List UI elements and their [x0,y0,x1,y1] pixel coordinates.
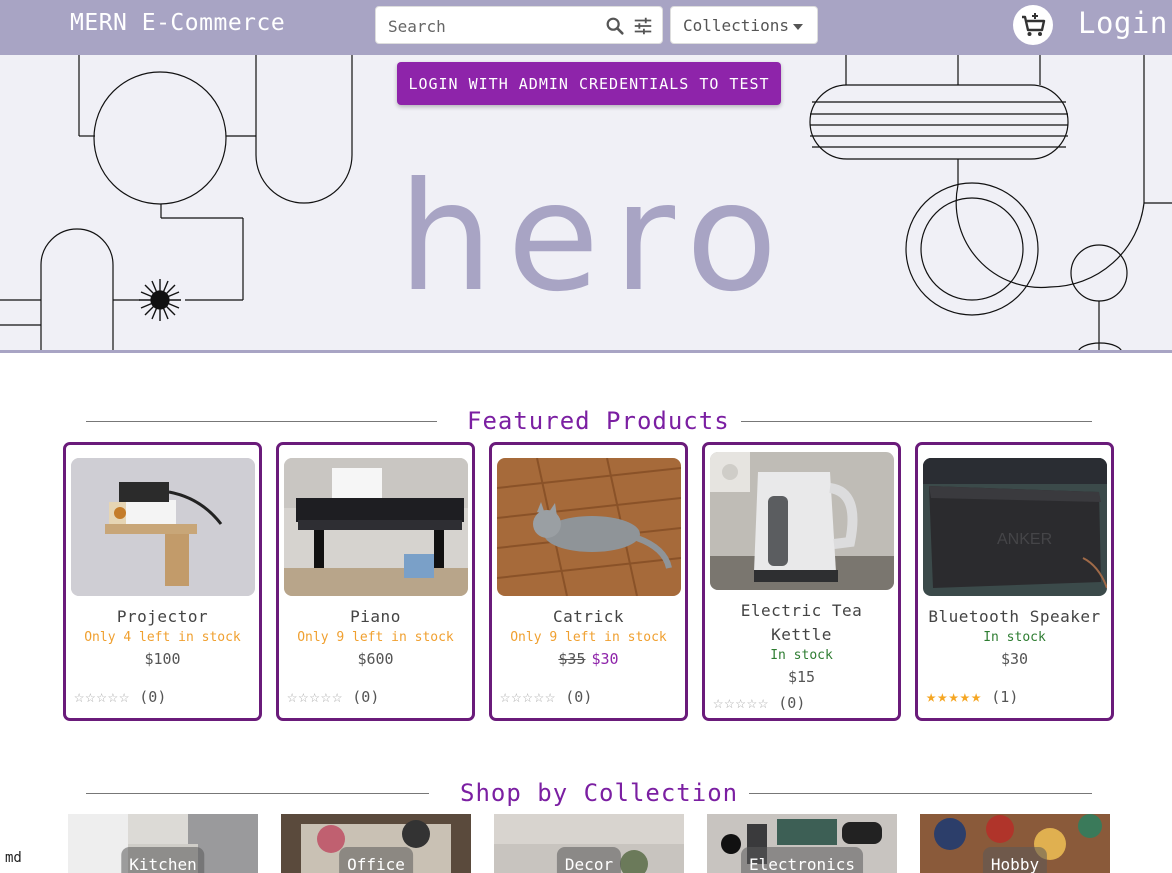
review-count: (0) [139,688,167,706]
cart-icon [1022,13,1046,36]
product-rating: ☆☆☆☆☆ (0) [713,693,805,713]
product-name[interactable]: Piano [279,605,472,629]
product-name[interactable]: Catrick [492,605,685,629]
login-link[interactable]: Login [1078,6,1168,40]
star-icon: ☆ [522,687,533,707]
collection-label: Kitchen [121,847,205,873]
product-image[interactable]: ANKER [923,458,1107,596]
star-icon: ★ [959,687,970,707]
product-card[interactable]: Piano Only 9 left in stock $600 ☆☆☆☆☆ (0… [276,442,475,721]
product-image[interactable] [284,458,468,596]
search-icon[interactable] [604,15,626,37]
product-image[interactable] [497,458,681,596]
star-icon: ☆ [724,693,735,713]
product-rating: ★★★★★ (1) [926,687,1018,707]
svg-text:ANKER: ANKER [997,531,1052,548]
product-name-text: Electric Tea Kettle [740,601,863,644]
product-rating: ☆☆☆☆☆ (0) [287,687,379,707]
product-price: $600 [357,650,394,668]
hero-banner: LOGIN WITH ADMIN CREDENTIALS TO TEST her… [0,55,1172,353]
collection-label: Office [339,847,413,873]
collections-title: Shop by Collection [460,779,739,807]
review-count: (1) [991,688,1019,706]
product-card[interactable]: Electric Tea Kettle In stock $15 ☆☆☆☆☆ (… [702,442,901,721]
hero-heading: hero [398,151,792,325]
product-rating: ☆☆☆☆☆ (0) [500,687,592,707]
product-name[interactable]: Electric Tea Kettle [705,599,898,647]
product-card[interactable]: Projector Only 4 left in stock $100 ☆☆☆☆… [63,442,262,721]
product-card[interactable]: ANKER Bluetooth Speaker In stock $30 ★★★… [915,442,1114,721]
star-icon: ☆ [500,687,511,707]
product-price: $15 [787,668,816,686]
star-icon: ☆ [713,693,724,713]
star-icon: ☆ [511,687,522,707]
divider-left [86,793,429,794]
collection-tile-hobby[interactable]: Hobby [920,814,1110,873]
filter-icon[interactable] [632,15,654,37]
stock-status: Only 4 left in stock [84,630,241,645]
divider-right [749,793,1092,794]
stock-status: Only 9 left in stock [297,630,454,645]
star-icon: ★ [937,687,948,707]
star-icon: ☆ [107,687,118,707]
collection-label: Decor [556,847,622,873]
product-image[interactable] [710,452,894,590]
star-icon: ☆ [545,687,556,707]
star-icon: ☆ [332,687,343,707]
product-card[interactable]: Catrick Only 9 left in stock $35 $30 ☆☆☆☆… [489,442,688,721]
collection-tile-electronics[interactable]: Electronics [707,814,897,873]
collection-label: Hobby [982,847,1048,873]
star-icon: ★ [948,687,959,707]
stock-status: Only 9 left in stock [510,630,667,645]
divider-left [86,421,437,422]
star-icon: ★ [926,687,937,707]
brand-logo[interactable]: MERN E-Commerce [70,10,285,36]
star-icon: ☆ [746,693,757,713]
collection-label: Electronics [741,847,863,873]
star-icon: ☆ [735,693,746,713]
collection-tile-office[interactable]: Office [281,814,471,873]
product-price: $100 [144,650,181,668]
cart-button[interactable] [1013,5,1053,45]
product-rating: ☆☆☆☆☆ (0) [74,687,166,707]
divider-right [741,421,1092,422]
collection-tile-decor[interactable]: Decor [494,814,684,873]
collections-label: Collections [683,16,789,35]
product-image[interactable] [71,458,255,596]
stock-status: In stock [983,630,1046,645]
chevron-down-icon [792,23,803,30]
star-icon: ☆ [85,687,96,707]
star-icon: ☆ [119,687,130,707]
collections-dropdown[interactable]: Collections [670,6,818,44]
star-icon: ☆ [533,687,544,707]
star-icon: ★ [971,687,982,707]
admin-login-button[interactable]: LOGIN WITH ADMIN CREDENTIALS TO TEST [397,62,781,105]
stock-status: In stock [770,648,833,663]
original-price: $35 [558,650,586,668]
collection-tile-kitchen[interactable]: Kitchen [68,814,258,873]
star-icon: ☆ [287,687,298,707]
search-box [375,6,663,44]
star-icon: ☆ [96,687,107,707]
product-price: $30 [1000,650,1029,668]
search-input[interactable] [388,15,598,37]
star-icon: ☆ [309,687,320,707]
product-price: $35 $30 [492,650,685,668]
sale-price: $30 [591,650,619,668]
star-icon: ☆ [320,687,331,707]
navbar: MERN E-Commerce Collections Login [0,0,1172,55]
review-count: (0) [565,688,593,706]
review-count: (0) [778,694,806,712]
review-count: (0) [352,688,380,706]
star-icon: ☆ [74,687,85,707]
star-icon: ☆ [758,693,769,713]
product-name[interactable]: Projector [66,605,259,629]
breakpoint-indicator: md [5,850,22,866]
product-name[interactable]: Bluetooth Speaker [918,605,1111,629]
star-icon: ☆ [298,687,309,707]
featured-title: Featured Products [467,407,730,435]
